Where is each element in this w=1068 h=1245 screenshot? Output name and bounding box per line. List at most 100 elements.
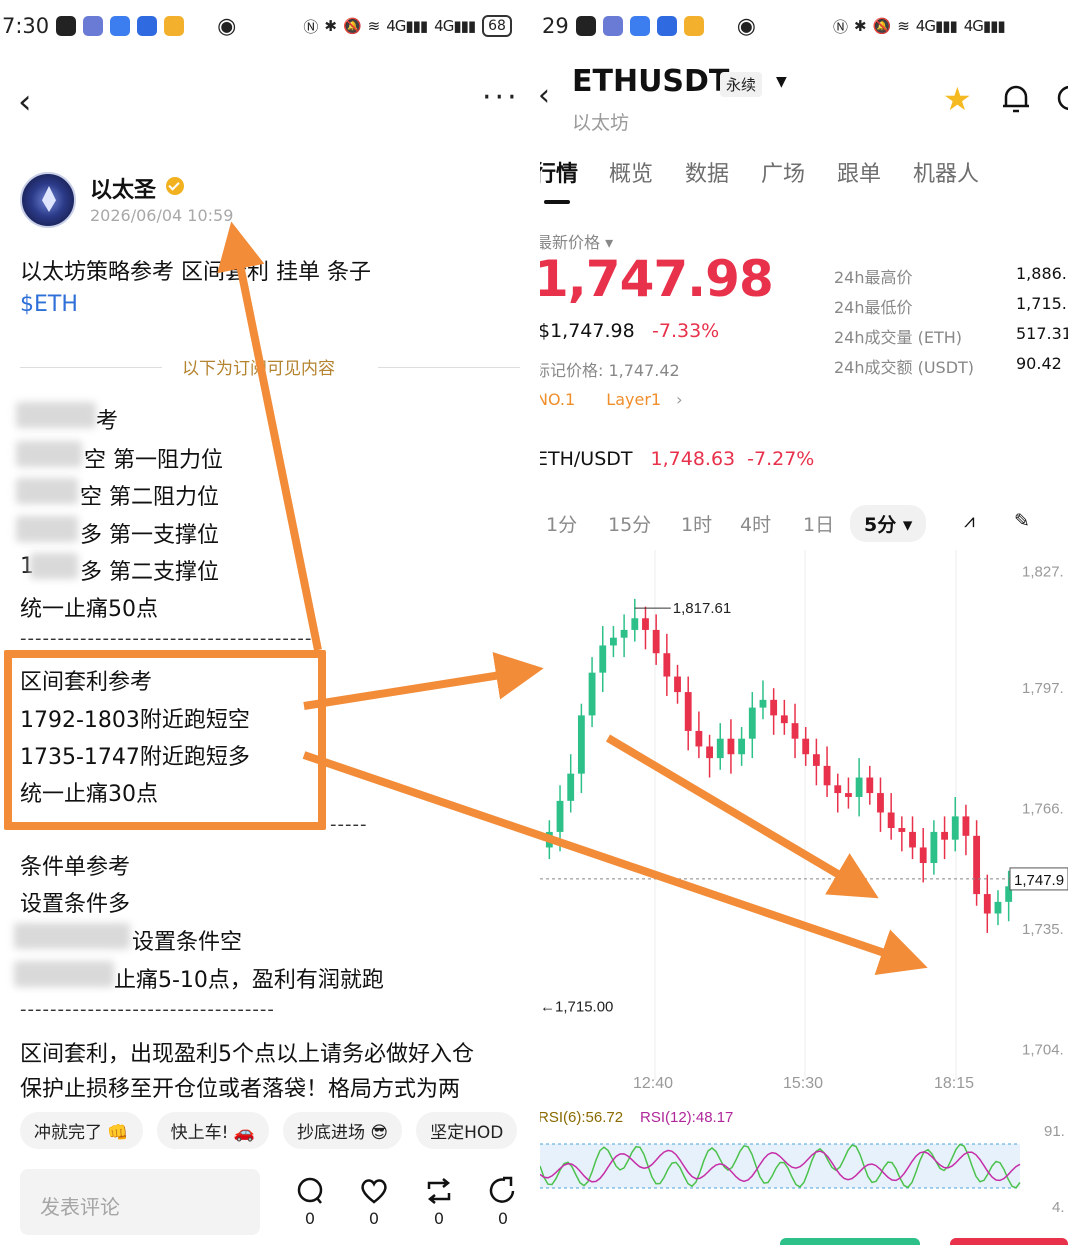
blurred-text (16, 402, 96, 428)
status-time: 7:30 (2, 14, 50, 38)
hashtag-link[interactable]: $ETH (20, 292, 78, 317)
interval-4h[interactable]: 4时 (740, 510, 771, 537)
x-tick-label: 12:40 (633, 1075, 673, 1092)
repost-button[interactable]: 0 (419, 1175, 459, 1228)
interval-1d[interactable]: 1日 (803, 510, 834, 537)
post-line: 多 第二支撑位 (80, 560, 219, 585)
y-tick-label: 1,797. (1022, 680, 1064, 697)
tab-copy-trade[interactable]: 跟单 (837, 156, 881, 188)
candle-body (738, 738, 746, 755)
tab-bot[interactable]: 机器人 (913, 156, 979, 188)
app-icon (110, 16, 131, 36)
blurred-text (30, 553, 78, 579)
status-time: 29 (542, 14, 569, 38)
candle-body (941, 831, 948, 840)
repost-icon (427, 1178, 451, 1204)
sell-button[interactable] (950, 1238, 1068, 1245)
rank-tag[interactable]: NO.1 (540, 390, 575, 409)
candle-body (770, 699, 778, 716)
candle-body (823, 765, 831, 786)
perp-badge[interactable]: 永续 (720, 72, 763, 97)
last-price: 1,747.98 (540, 250, 774, 308)
rsi-panel: RSI(6):56.72 RSI(12):48.17 91. 4. (540, 1109, 1065, 1216)
quick-reply-chip[interactable]: 坚定HOD (416, 1112, 518, 1149)
post-line: 条件单参考 (20, 855, 131, 880)
candle-body (727, 738, 735, 755)
quick-reply-chips: 冲就完了 👊 快上车! 🚗 抄底进场 😎 坚定HOD (20, 1112, 518, 1149)
subscriber-label: 以下为订阅可见内容 (182, 359, 335, 379)
candle-body (866, 777, 874, 794)
like-button[interactable]: 0 (354, 1175, 394, 1228)
star-icon[interactable]: ★ (943, 80, 972, 118)
quick-reply-chip[interactable]: 抄底进场 😎 (282, 1112, 403, 1149)
spot-price-row[interactable]: ETH/USDT 1,748.63 -7.27% (540, 448, 814, 470)
candle-body (759, 699, 767, 708)
app-icon (602, 16, 623, 36)
wifi-icon: ≋ (897, 17, 910, 35)
candle-body (994, 901, 1002, 914)
interval-15m[interactable]: 15分 (608, 510, 651, 537)
comment-input[interactable]: 发表评论 (20, 1169, 260, 1235)
back-button[interactable]: ‹ (540, 78, 550, 113)
post-line: 多 第一支撑位 (80, 523, 219, 548)
mute-icon: 🔕 (872, 17, 892, 35)
candle-body (887, 812, 895, 829)
candle-body (620, 629, 628, 638)
app-icon (164, 16, 185, 36)
draw-pencil-icon[interactable]: ✎ (1014, 510, 1030, 532)
app-icon (683, 16, 704, 36)
mute-icon: 🔕 (342, 17, 362, 35)
interval-1h[interactable]: 1时 (681, 510, 712, 537)
tab-indicator (544, 200, 570, 204)
candle-body (577, 715, 585, 774)
back-button[interactable]: ‹ (18, 82, 32, 122)
post-date: 2026/06/04 10:59 (90, 206, 234, 225)
price-change: -7.33% (652, 320, 720, 342)
signal-icon: 4G▮▮▮ (915, 17, 958, 35)
screenshot-root: 7:30 ◉ Ⓝ ✱ 🔕 ≋ 4G▮▮▮ 4G▮▮▮ 68 ‹ ··· 以太圣 … (0, 0, 1068, 1245)
interval-1m[interactable]: 1分 (546, 510, 577, 537)
asset-name: 以太坊 (572, 112, 630, 134)
search-icon[interactable] (1056, 84, 1068, 114)
candle-body (962, 816, 970, 836)
category-tag[interactable]: Layer1 (606, 390, 661, 409)
candle-body (716, 738, 724, 759)
nfc-icon: Ⓝ (832, 17, 848, 36)
candle-body (802, 738, 810, 755)
tab-data[interactable]: 数据 (685, 156, 729, 188)
battery-icon: 68 (482, 15, 512, 37)
tab-overview[interactable]: 概览 (609, 156, 653, 188)
candle-body (951, 816, 959, 840)
chevron-right-icon[interactable]: › (676, 390, 682, 409)
app-icon (83, 16, 104, 36)
candle-body (567, 773, 575, 801)
tab-market[interactable]: 行情 (540, 156, 578, 188)
indicator-icon[interactable]: ⩘ (964, 510, 975, 532)
quick-reply-chip[interactable]: 快上车! 🚗 (156, 1112, 269, 1149)
quick-reply-chip[interactable]: 冲就完了 👊 (20, 1112, 143, 1149)
tab-square[interactable]: 广场 (761, 156, 805, 188)
signal-icon: 4G▮▮▮ (434, 17, 476, 35)
verified-icon (166, 177, 184, 195)
y-tick-label: 1,766. (1022, 801, 1064, 818)
status-bar-right: 29 ◉ Ⓝ ✱ 🔕 ≋ 4G▮▮▮ 4G▮▮▮ (542, 8, 1006, 44)
candle-body (919, 847, 927, 863)
buy-button[interactable] (780, 1238, 920, 1245)
caret-down-icon[interactable]: ▼ (776, 74, 787, 90)
candlestick-chart[interactable]: 1,827. 1,797. 1,766. 1,735. 1,704. 12:40 15:30… (540, 550, 1068, 1095)
candle-body (748, 707, 756, 739)
more-icon[interactable]: ··· (482, 80, 520, 115)
comment-button[interactable]: 0 (290, 1175, 330, 1228)
stat-value: 517.31 (1016, 324, 1068, 343)
interval-5m-selected[interactable]: 5分 ▾ (850, 505, 927, 542)
status-bar-left: 7:30 ◉ Ⓝ ✱ 🔕 ≋ 4G▮▮▮ 4G▮▮▮ 68 (2, 8, 512, 44)
share-button[interactable]: 0 (483, 1175, 523, 1228)
candle-body (556, 800, 564, 832)
bell-icon[interactable] (1000, 82, 1032, 116)
dash-separator: ---------------------------------------- (20, 628, 320, 649)
y-tick-label: 1,704. (1022, 1041, 1064, 1058)
author-name[interactable]: 以太圣 (90, 172, 156, 204)
candle-body (780, 715, 788, 724)
avatar[interactable] (20, 172, 76, 228)
post-line: 区间套利，出现盈利5个点以上请务必做好入仓 (20, 1042, 474, 1067)
